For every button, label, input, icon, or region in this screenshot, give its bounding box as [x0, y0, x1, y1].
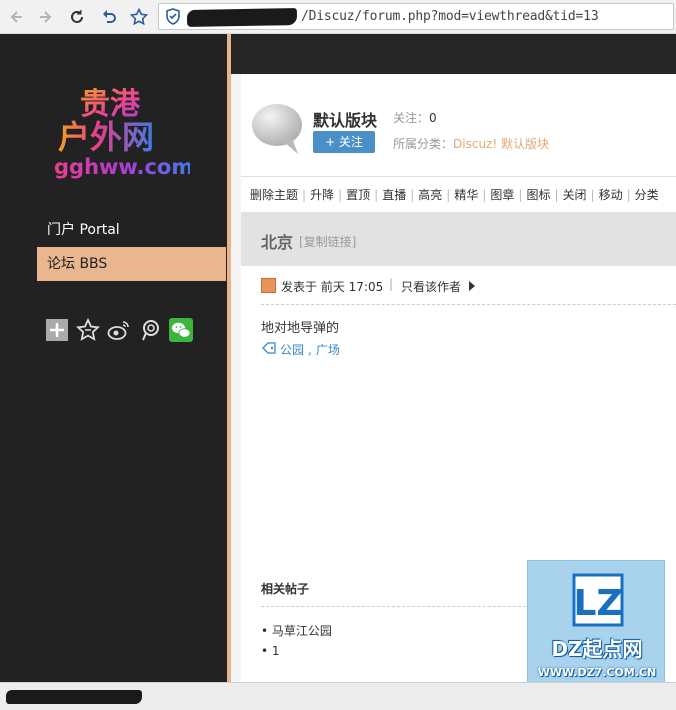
- mod-action-sticky[interactable]: 置顶: [346, 186, 370, 203]
- weibo-icon[interactable]: [107, 318, 131, 342]
- forum-title: 默认版块: [313, 111, 378, 130]
- forward-icon[interactable]: [32, 4, 58, 30]
- wechat-icon[interactable]: [169, 318, 193, 342]
- mod-action-move[interactable]: 移动: [599, 186, 623, 203]
- star-icon[interactable]: [76, 318, 100, 342]
- thread-header: 北京 [复制链接]: [241, 212, 676, 266]
- sidebar-item-label: 门户 Portal: [47, 222, 120, 238]
- sidebar-item-portal[interactable]: 门户 Portal: [37, 213, 226, 247]
- redacted-host: [186, 8, 298, 27]
- mod-action-digest[interactable]: 精华: [454, 186, 478, 203]
- sidebar-item-bbs[interactable]: 论坛 BBS: [37, 247, 226, 281]
- star-bookmark-icon[interactable]: [126, 4, 152, 30]
- mod-action-bump[interactable]: 升降: [310, 186, 334, 203]
- undo-icon[interactable]: [96, 4, 122, 30]
- mod-action-live[interactable]: 直播: [382, 186, 406, 203]
- watermark: LZ DZ起点网 WWW.DZ7.COM.CN: [527, 560, 665, 698]
- follow-button[interactable]: + 关注: [313, 131, 375, 153]
- post-content: 地对地导弹的: [261, 321, 340, 336]
- post-time: 发表于 前天 17:05: [281, 280, 384, 294]
- tag-icon: [262, 342, 276, 357]
- follow-label: 关注：: [393, 111, 430, 125]
- copy-link-button[interactable]: [复制链接]: [299, 233, 356, 250]
- follow-number: 0: [429, 111, 437, 125]
- browser-toolbar: /Discuz/forum.php?mod=viewthread&tid=13: [0, 0, 676, 34]
- category-label: 所属分类：: [393, 137, 454, 151]
- related-post-item[interactable]: • 马草江公园: [261, 622, 332, 639]
- related-post-link[interactable]: 马草江公园: [272, 624, 332, 638]
- post-meta: 发表于 前天 17:05 | 只看该作者: [261, 277, 676, 305]
- logo-line2: 户外网: [58, 118, 154, 156]
- meta-separator: |: [389, 277, 394, 291]
- user-avatar-icon: [261, 278, 276, 293]
- watermark-logo: LZ: [572, 573, 624, 627]
- address-bar[interactable]: /Discuz/forum.php?mod=viewthread&tid=13: [158, 3, 674, 30]
- moderation-toolbar: 删除主题 | 升降 | 置顶 | 直播 | 高亮 | 精华 | 图章 | 图标 | 关闭 | 移动…: [241, 176, 676, 212]
- related-post-link[interactable]: 1: [272, 644, 280, 658]
- watermark-name: DZ起点网: [551, 637, 643, 661]
- site-logo[interactable]: 贵港 户外网 gghww.com: [50, 82, 193, 182]
- arrow-right-icon: [469, 281, 475, 291]
- watermark-logo-text: LZ: [573, 583, 622, 624]
- pengyou-icon[interactable]: [138, 318, 162, 342]
- forum-category: 所属分类：Discuz! 默认版块: [393, 135, 549, 152]
- logo-line1: 贵港: [80, 87, 141, 122]
- redacted-status: [6, 690, 142, 704]
- logo-domain: gghww.com: [54, 155, 190, 179]
- mod-action-close[interactable]: 关闭: [563, 186, 587, 203]
- add-icon[interactable]: [45, 318, 69, 342]
- mod-action-icon[interactable]: 图标: [526, 186, 550, 203]
- forum-icon: [250, 100, 306, 156]
- reload-icon[interactable]: [64, 4, 90, 30]
- forum-header: 默认版块 关注：0 + 关注 所属分类：Discuz! 默认版块: [250, 100, 676, 170]
- post-tags: 公园, 广场: [262, 341, 340, 358]
- shield-icon: [165, 8, 181, 29]
- category-link[interactable]: Discuz! 默认版块: [453, 137, 549, 151]
- mod-action-category[interactable]: 分类: [635, 186, 659, 203]
- author-only-link[interactable]: 只看该作者: [401, 278, 461, 295]
- share-icons: [45, 318, 193, 342]
- mod-action-delete[interactable]: 删除主题: [250, 186, 298, 203]
- mod-action-highlight[interactable]: 高亮: [418, 186, 442, 203]
- mod-action-stamp[interactable]: 图章: [490, 186, 514, 203]
- sidebar-item-label: 论坛 BBS: [47, 256, 108, 272]
- related-posts-title: 相关帖子: [261, 582, 310, 596]
- related-divider: [261, 606, 531, 607]
- status-bar: [0, 682, 676, 710]
- related-post-item[interactable]: • 1: [261, 644, 280, 658]
- top-nav-bar: [231, 34, 676, 74]
- url-text: /Discuz/forum.php?mod=viewthread&tid=13: [301, 9, 599, 24]
- tag-link[interactable]: 广场: [316, 341, 340, 358]
- thread-title: 北京: [261, 233, 294, 252]
- watermark-url: WWW.DZ7.COM.CN: [537, 666, 657, 679]
- tag-link[interactable]: 公园: [280, 341, 304, 358]
- back-icon[interactable]: [4, 4, 30, 30]
- follow-count: 关注：0: [393, 109, 437, 126]
